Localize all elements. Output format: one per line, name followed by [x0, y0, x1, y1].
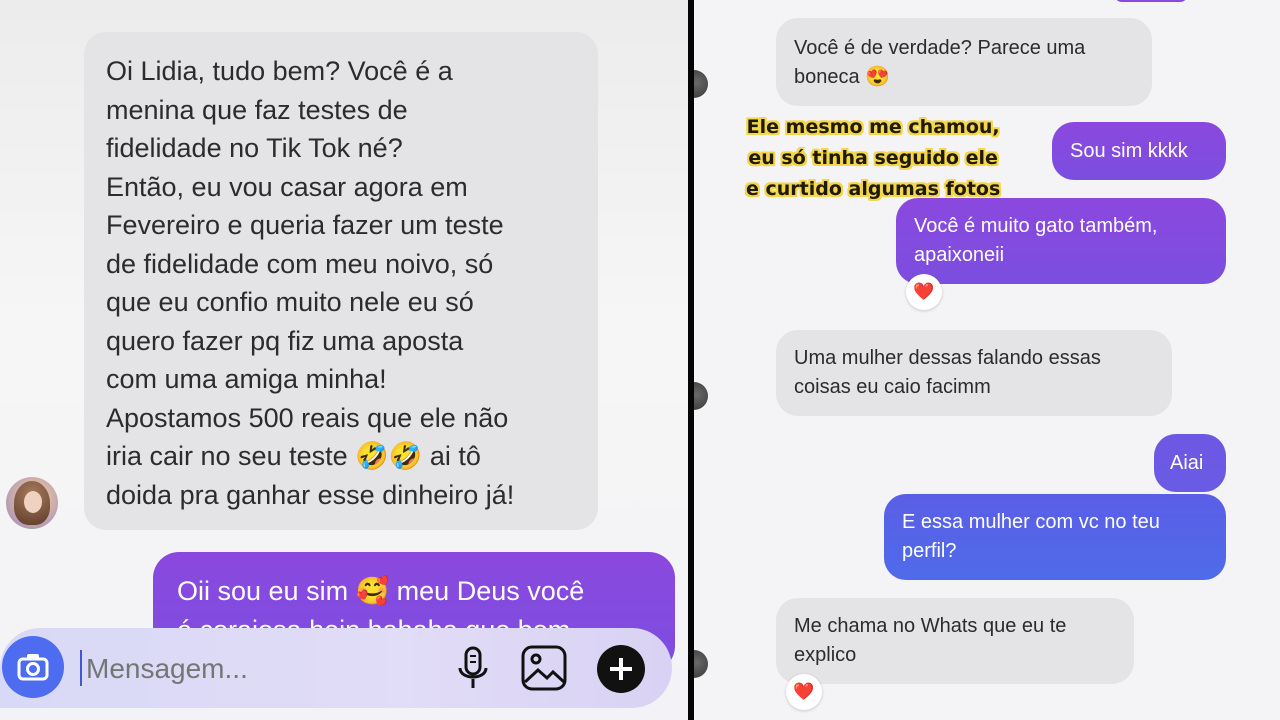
message-line: Você é muito gato também,: [914, 215, 1158, 237]
message-line: com uma amiga minha!: [106, 364, 387, 394]
microphone-button[interactable]: [452, 644, 494, 692]
heart-reaction[interactable]: ❤️: [786, 674, 822, 710]
message-input[interactable]: [84, 646, 428, 692]
caption-line: Ele mesmo me chamou,: [746, 116, 1000, 138]
sent-message-5: Aiai: [1154, 434, 1226, 492]
message-line: menina que faz testes de: [106, 94, 408, 125]
message-line: Você é de verdade? Parece uma: [794, 37, 1086, 59]
received-message-4: Uma mulher dessas falando essas coisas e…: [776, 330, 1172, 416]
contact-avatar: [694, 382, 708, 410]
gallery-button[interactable]: [520, 644, 568, 692]
message-line: apaixoneii: [914, 244, 1005, 266]
sent-message-3: Você é muito gato também, apaixoneii: [896, 198, 1226, 284]
received-message-1: Você é de verdade? Parece uma boneca 😍: [776, 18, 1152, 106]
message-line: Uma mulher dessas falando essas: [794, 347, 1101, 369]
caption-line: eu só tinha seguido ele: [748, 147, 998, 169]
left-chat-screenshot: Oi Lidia, tudo bem? Você é a menina que …: [0, 0, 688, 720]
message-line: quero fazer pq fiz uma aposta: [106, 325, 464, 356]
message-line: Fevereiro e queria fazer um teste: [106, 210, 504, 240]
message-line: fidelidade no Tik Tok né?: [106, 133, 403, 163]
contact-avatar: [694, 650, 708, 678]
message-line: que eu confio muito nele eu só: [106, 287, 474, 317]
heart-icon: ❤️: [913, 282, 935, 301]
add-button[interactable]: [597, 645, 645, 693]
received-message-7: Me chama no Whats que eu te explico: [776, 598, 1134, 684]
message-line: Oi Lidia, tudo bem? Você é a: [106, 56, 453, 86]
microphone-icon: [458, 646, 488, 688]
message-line: coisas eu caio facimm: [794, 376, 991, 398]
sent-message-2: Sou sim kkkk: [1052, 122, 1226, 180]
message-line: Apostamos 500 reais que ele não: [106, 402, 509, 433]
message-line: explico: [794, 644, 857, 666]
message-line: doida pra ganhar esse dinheiro já!: [106, 479, 515, 510]
plus-icon: [610, 658, 632, 680]
message-line: Então, eu vou casar agora em: [106, 171, 468, 202]
message-line: Oii sou eu sim 🥰 meu Deus você: [177, 576, 585, 606]
heart-reaction[interactable]: ❤️: [906, 274, 942, 310]
right-chat-screenshot: Você é de verdade? Parece uma boneca 😍 E…: [694, 0, 1280, 720]
message-line: perfil?: [902, 540, 957, 562]
sent-message-6: E essa mulher com vc no teu perfil?: [884, 494, 1226, 580]
message-line: Aiai: [1170, 452, 1204, 474]
sender-avatar[interactable]: [6, 477, 58, 529]
incoming-message-bubble: Oi Lidia, tudo bem? Você é a menina que …: [84, 32, 598, 530]
message-composer-bar: [0, 628, 672, 708]
camera-icon: [17, 654, 49, 681]
message-line: boneca 😍: [794, 66, 891, 88]
overlay-caption: Ele mesmo me chamou, eu só tinha seguido…: [746, 112, 1000, 205]
message-line: de fidelidade com meu noivo, só: [106, 248, 494, 279]
image-icon: [521, 645, 567, 691]
top-partial-bubble: [1114, 0, 1188, 2]
message-line: Me chama no Whats que eu te: [794, 615, 1067, 637]
message-line: E essa mulher com vc no teu: [902, 511, 1160, 533]
camera-button[interactable]: [2, 636, 64, 698]
contact-avatar: [694, 70, 708, 98]
heart-icon: ❤️: [793, 682, 815, 701]
message-line: Sou sim kkkk: [1070, 140, 1188, 162]
message-line: iria cair no seu teste 🤣🤣 ai tô: [106, 441, 481, 471]
